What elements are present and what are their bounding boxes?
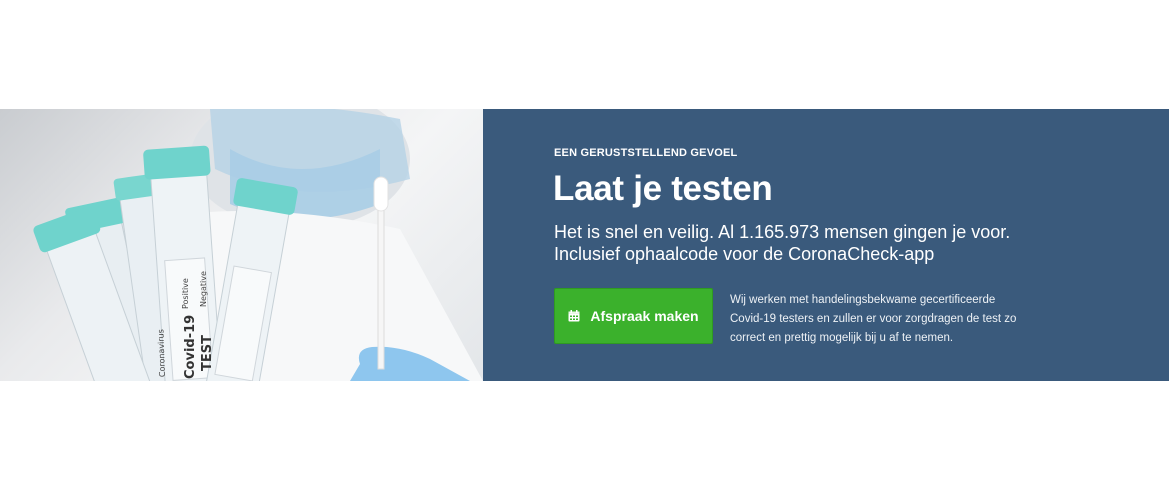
calendar-icon [568, 310, 580, 322]
hero-banner: Covid-19 TEST Positive Negative Coronavi… [0, 109, 1169, 381]
hero-title: Laat je testen [553, 169, 773, 208]
hero-subtitle: Het is snel en veilig. Al 1.165.973 mens… [554, 222, 1011, 264]
test-tubes-image: Covid-19 TEST Positive Negative Coronavi… [33, 109, 483, 381]
hero-photo: Covid-19 TEST Positive Negative Coronavi… [0, 109, 483, 381]
make-appointment-label: Afspraak maken [590, 308, 699, 324]
tube-label-coronavirus: Coronavirus [156, 329, 167, 377]
tube-label-covid: Covid-19 [183, 315, 198, 379]
make-appointment-button[interactable]: Afspraak maken [554, 288, 713, 344]
hero-note: Wij werken met handelingsbekwame gecerti… [730, 294, 1017, 344]
tube-label-test: TEST [200, 335, 215, 371]
tube-label-negative: Negative [199, 271, 208, 307]
hero-eyebrow: EEN GERUSTSTELLEND GEVOEL [554, 147, 738, 159]
tube-label-positive: Positive [181, 278, 190, 309]
hero-panel: EEN GERUSTSTELLEND GEVOEL Laat je testen… [483, 109, 1169, 381]
